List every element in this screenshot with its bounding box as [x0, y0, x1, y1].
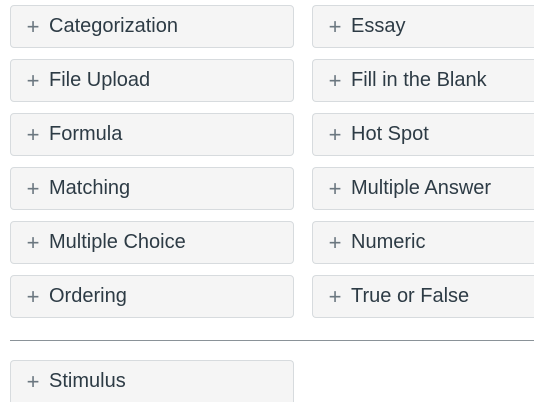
plus-icon: + — [26, 229, 40, 255]
question-type-grid: + Categorization + Essay + File Upload +… — [10, 5, 534, 318]
add-true-or-false-button[interactable]: + True or False — [312, 275, 534, 318]
plus-icon: + — [26, 13, 40, 39]
add-fill-in-the-blank-button[interactable]: + Fill in the Blank — [312, 59, 534, 102]
plus-icon: + — [26, 175, 40, 201]
plus-icon: + — [26, 67, 40, 93]
add-essay-button[interactable]: + Essay — [312, 5, 534, 48]
button-label: Stimulus — [49, 370, 126, 392]
add-stimulus-button[interactable]: + Stimulus — [10, 360, 294, 402]
plus-icon: + — [328, 121, 342, 147]
add-categorization-button[interactable]: + Categorization — [10, 5, 294, 48]
button-label: Matching — [49, 177, 131, 199]
plus-icon: + — [328, 175, 342, 201]
button-label: Formula — [49, 123, 123, 145]
plus-icon: + — [26, 368, 40, 394]
add-multiple-answer-button[interactable]: + Multiple Answer — [312, 167, 534, 210]
plus-icon: + — [328, 67, 342, 93]
add-formula-button[interactable]: + Formula — [10, 113, 294, 156]
add-hot-spot-button[interactable]: + Hot Spot — [312, 113, 534, 156]
button-label: Hot Spot — [351, 123, 429, 145]
button-label: Multiple Choice — [49, 231, 186, 253]
button-label: Fill in the Blank — [351, 69, 487, 91]
plus-icon: + — [26, 283, 40, 309]
plus-icon: + — [328, 13, 342, 39]
plus-icon: + — [328, 283, 342, 309]
button-label: File Upload — [49, 69, 151, 91]
button-label: Essay — [351, 15, 406, 37]
plus-icon: + — [26, 121, 40, 147]
button-label: True or False — [351, 285, 470, 307]
add-ordering-button[interactable]: + Ordering — [10, 275, 294, 318]
add-numeric-button[interactable]: + Numeric — [312, 221, 534, 264]
button-label: Numeric — [351, 231, 426, 253]
button-label: Categorization — [49, 15, 178, 37]
add-multiple-choice-button[interactable]: + Multiple Choice — [10, 221, 294, 264]
button-label: Ordering — [49, 285, 127, 307]
plus-icon: + — [328, 229, 342, 255]
button-label: Multiple Answer — [351, 177, 492, 199]
add-file-upload-button[interactable]: + File Upload — [10, 59, 294, 102]
section-divider — [10, 340, 534, 341]
add-matching-button[interactable]: + Matching — [10, 167, 294, 210]
